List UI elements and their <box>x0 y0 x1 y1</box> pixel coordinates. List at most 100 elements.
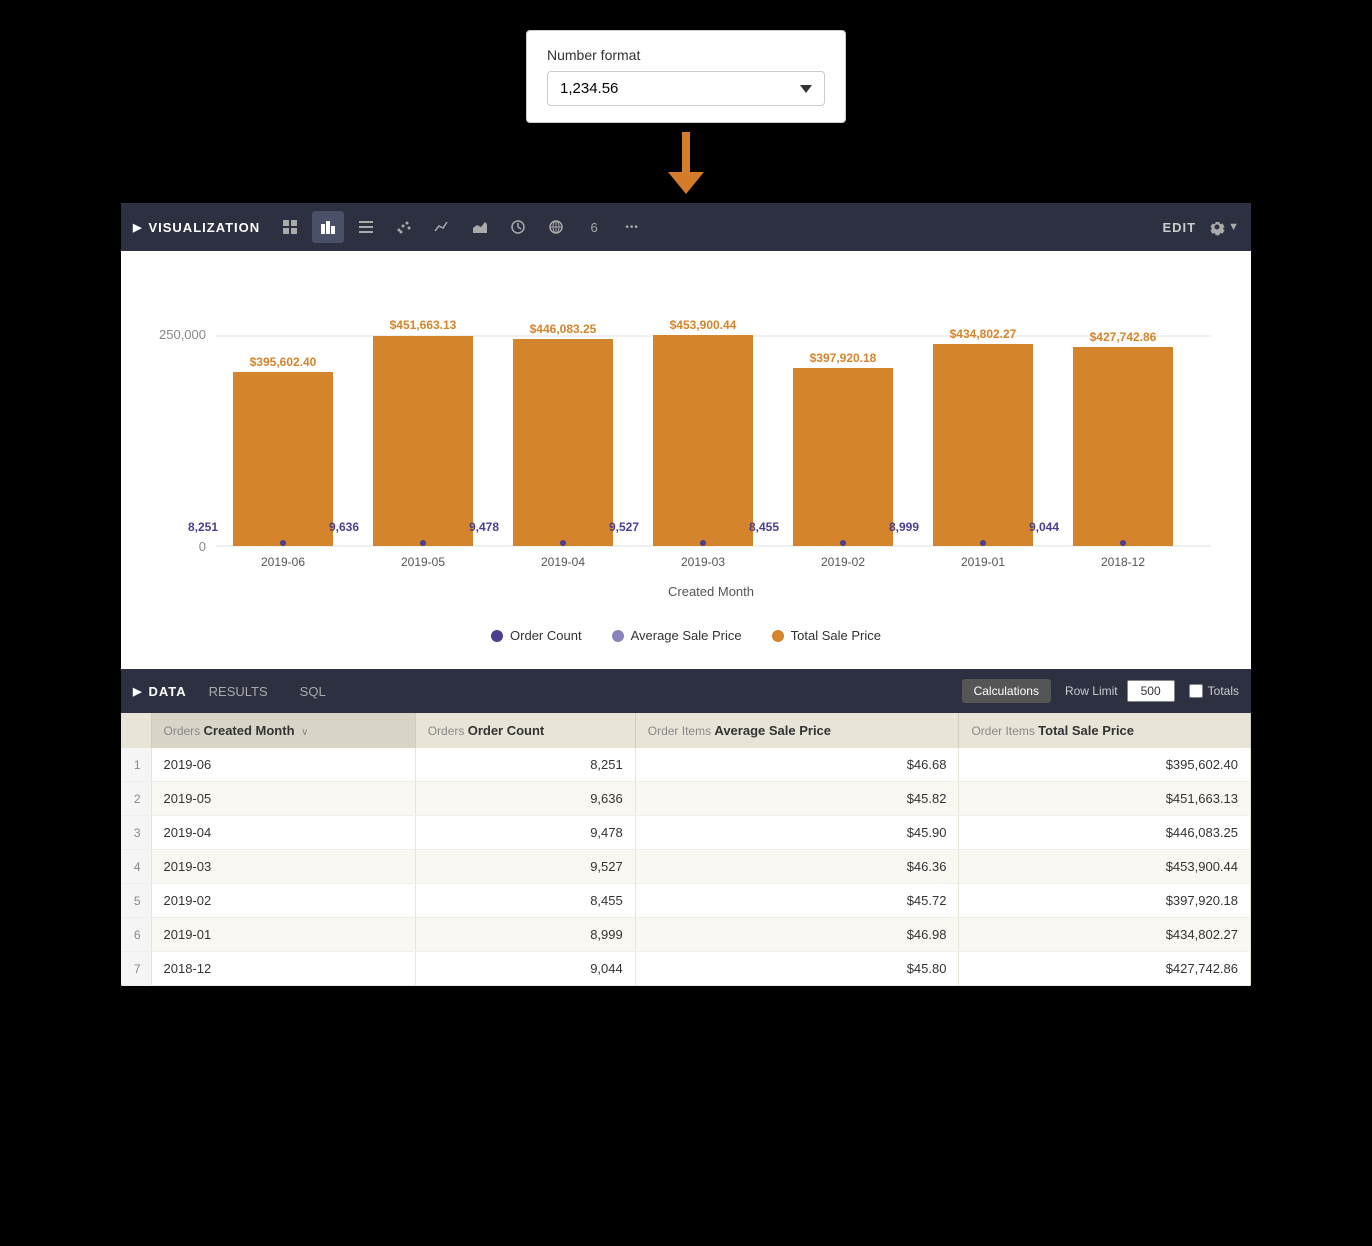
svg-text:8,455: 8,455 <box>749 520 779 534</box>
cell-total-sale-price: $446,083.25 <box>959 816 1251 850</box>
settings-gear-icon[interactable]: ▼ <box>1208 218 1239 236</box>
table-row: 1 2019-06 8,251 $46.68 $395,602.40 <box>121 748 1251 782</box>
cell-order-count: 9,044 <box>415 952 635 986</box>
svg-text:$446,083.25: $446,083.25 <box>530 322 597 336</box>
cell-order-count: 9,527 <box>415 850 635 884</box>
svg-text:8,251: 8,251 <box>188 520 218 534</box>
number-format-label: Number format <box>547 47 825 63</box>
number-view-icon[interactable]: 6 <box>578 211 610 243</box>
bar-2018-12[interactable] <box>1073 347 1173 546</box>
bar-2019-06[interactable] <box>233 372 333 546</box>
visualization-title: ▶ VISUALIZATION <box>133 220 260 235</box>
cell-avg-sale-price: $45.90 <box>635 816 959 850</box>
number-format-select[interactable]: 1,234.56 1234.56 1,234 1234 <box>547 71 825 106</box>
cell-avg-sale-price: $45.82 <box>635 782 959 816</box>
legend-label-total-price: Total Sale Price <box>791 628 881 643</box>
svg-text:Created Month: Created Month <box>668 584 754 599</box>
svg-text:$453,900.44: $453,900.44 <box>670 318 737 332</box>
svg-text:2019-01: 2019-01 <box>961 555 1005 569</box>
svg-text:9,527: 9,527 <box>609 520 639 534</box>
order-count-header[interactable]: Orders Order Count <box>415 713 635 748</box>
totals-control: Totals <box>1189 684 1239 698</box>
table-row: 2 2019-05 9,636 $45.82 $451,663.13 <box>121 782 1251 816</box>
legend-avg-price: Average Sale Price <box>612 628 742 643</box>
cell-order-count: 8,251 <box>415 748 635 782</box>
edit-button[interactable]: EDIT <box>1162 220 1196 235</box>
legend-label-order-count: Order Count <box>510 628 582 643</box>
list-view-icon[interactable] <box>350 211 382 243</box>
created-month-header[interactable]: Orders Created Month ∨ <box>151 713 415 748</box>
svg-text:$434,802.27: $434,802.27 <box>950 327 1017 341</box>
cell-avg-sale-price: $45.80 <box>635 952 959 986</box>
cell-created-month: 2018-12 <box>151 952 415 986</box>
data-section-header: ▶ DATA RESULTS SQL Calculations Row Limi… <box>121 669 1251 713</box>
svg-text:2019-02: 2019-02 <box>821 555 865 569</box>
row-number: 7 <box>121 952 151 986</box>
cell-created-month: 2019-02 <box>151 884 415 918</box>
cell-total-sale-price: $451,663.13 <box>959 782 1251 816</box>
row-number: 3 <box>121 816 151 850</box>
svg-text:2019-04: 2019-04 <box>541 555 585 569</box>
main-panel: ▶ VISUALIZATION <box>121 203 1251 986</box>
totals-checkbox[interactable] <box>1189 684 1203 698</box>
svg-text:2018-12: 2018-12 <box>1101 555 1145 569</box>
bar-2019-04[interactable] <box>513 339 613 546</box>
avg-sale-price-header[interactable]: Order Items Average Sale Price <box>635 713 959 748</box>
svg-text:$397,920.18: $397,920.18 <box>810 351 877 365</box>
chart-legend: Order Count Average Sale Price Total Sal… <box>151 616 1221 659</box>
row-limit-input[interactable] <box>1127 680 1175 702</box>
data-collapse-icon[interactable]: ▶ <box>133 685 142 698</box>
bar-chart-view-icon[interactable] <box>312 211 344 243</box>
cell-avg-sale-price: $45.72 <box>635 884 959 918</box>
cell-created-month: 2019-05 <box>151 782 415 816</box>
svg-text:2019-06: 2019-06 <box>261 555 305 569</box>
cell-order-count: 9,636 <box>415 782 635 816</box>
bar-2019-01[interactable] <box>933 344 1033 546</box>
svg-text:9,636: 9,636 <box>329 520 359 534</box>
cell-created-month: 2019-04 <box>151 816 415 850</box>
cell-total-sale-price: $453,900.44 <box>959 850 1251 884</box>
bar-2019-05[interactable] <box>373 336 473 546</box>
map-view-icon[interactable] <box>540 211 572 243</box>
svg-text:250,000: 250,000 <box>159 327 206 342</box>
chart-area: 250,000 0 $395,602.40 8,251 2019-06 $451… <box>121 251 1251 669</box>
legend-total-price: Total Sale Price <box>772 628 881 643</box>
area-chart-view-icon[interactable] <box>464 211 496 243</box>
cell-order-count: 8,455 <box>415 884 635 918</box>
legend-order-count: Order Count <box>491 628 582 643</box>
row-number: 4 <box>121 850 151 884</box>
svg-text:$427,742.86: $427,742.86 <box>1090 330 1157 344</box>
sql-tab[interactable]: SQL <box>286 678 340 705</box>
legend-label-avg-price: Average Sale Price <box>631 628 742 643</box>
cell-order-count: 8,999 <box>415 918 635 952</box>
legend-dot-total-price <box>772 630 784 642</box>
cell-created-month: 2019-03 <box>151 850 415 884</box>
number-format-popup: Number format 1,234.56 1234.56 1,234 123… <box>526 30 846 123</box>
cell-avg-sale-price: $46.98 <box>635 918 959 952</box>
scatter-view-icon[interactable] <box>388 211 420 243</box>
row-num-header <box>121 713 151 748</box>
svg-text:9,478: 9,478 <box>469 520 499 534</box>
row-number: 6 <box>121 918 151 952</box>
bar-chart-svg: 250,000 0 $395,602.40 8,251 2019-06 $451… <box>151 271 1221 611</box>
svg-text:9,044: 9,044 <box>1029 520 1059 534</box>
totals-label-text: Totals <box>1208 684 1239 698</box>
line-chart-view-icon[interactable] <box>426 211 458 243</box>
total-sale-price-header[interactable]: Order Items Total Sale Price <box>959 713 1251 748</box>
bar-2019-02[interactable] <box>793 368 893 546</box>
bar-2019-03[interactable] <box>653 335 753 546</box>
legend-dot-order-count <box>491 630 503 642</box>
cell-total-sale-price: $395,602.40 <box>959 748 1251 782</box>
results-tab[interactable]: RESULTS <box>195 678 282 705</box>
table-row: 5 2019-02 8,455 $45.72 $397,920.18 <box>121 884 1251 918</box>
table-view-icon[interactable] <box>274 211 306 243</box>
cell-avg-sale-price: $46.68 <box>635 748 959 782</box>
calculations-button[interactable]: Calculations <box>962 679 1051 703</box>
svg-text:2019-03: 2019-03 <box>681 555 725 569</box>
table-row: 3 2019-04 9,478 $45.90 $446,083.25 <box>121 816 1251 850</box>
data-table: Orders Created Month ∨ Orders Order Coun… <box>121 713 1251 986</box>
clock-view-icon[interactable] <box>502 211 534 243</box>
more-views-icon[interactable]: ••• <box>616 211 648 243</box>
viz-collapse-icon[interactable]: ▶ <box>133 221 142 234</box>
cell-total-sale-price: $434,802.27 <box>959 918 1251 952</box>
